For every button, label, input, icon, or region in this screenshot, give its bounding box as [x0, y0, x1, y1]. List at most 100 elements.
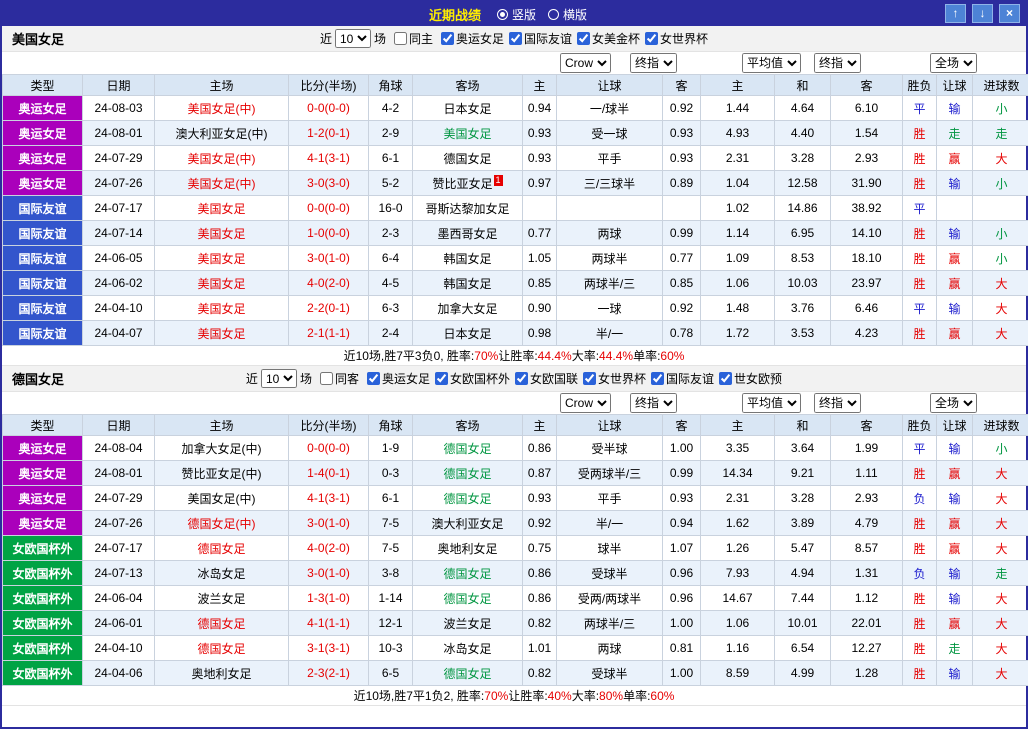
summary-segment: 单率: — [633, 349, 661, 363]
close-button[interactable]: × — [999, 4, 1020, 23]
score: 4-1(1-1) — [288, 610, 369, 636]
recent-count-select[interactable]: 10 — [260, 369, 297, 388]
handicap-line: 两球 — [556, 220, 663, 246]
corner-score: 6-5 — [368, 660, 413, 686]
scroll-up-button[interactable]: ↑ — [945, 4, 966, 23]
match-type-badge: 女欧国杯外 — [2, 610, 83, 636]
league-filter[interactable]: 女欧国杯外 — [434, 370, 510, 387]
score: 0-0(0-0) — [288, 435, 369, 461]
col-header: 类型 — [2, 74, 83, 96]
avg-draw: 6.54 — [774, 635, 831, 661]
table-header-row: 类型 日期 主场 比分(半场) 角球 客场主让球客主和客胜负 让球 进球数 — [2, 74, 1028, 96]
red-card-badge: 1 — [493, 174, 503, 186]
league-filter[interactable]: 女世界杯 — [645, 30, 708, 47]
result-goals: 大 — [972, 485, 1028, 511]
home-team: 赞比亚女足(中) — [154, 460, 289, 486]
result-wdl: 平 — [902, 435, 937, 461]
match-row: 国际友谊 24-06-05 美国女足 3-0(1-0) 6-4 韩国女足 1.05 两球半 0.… — [2, 245, 1028, 271]
league-filter[interactable]: 奥运女足 — [366, 370, 430, 387]
league-checkbox[interactable] — [651, 371, 665, 385]
league-checkbox[interactable] — [434, 371, 448, 385]
match-type-badge: 国际友谊 — [2, 220, 83, 246]
league-filter[interactable]: 女美金杯 — [577, 30, 640, 47]
handicap-line: 一/球半 — [556, 95, 663, 121]
league-filter[interactable]: 女欧国联 — [515, 370, 578, 387]
odds-select-1[interactable]: 终指 — [630, 393, 677, 413]
games-label: 场 — [373, 32, 386, 46]
league-label: 国际友谊 — [524, 31, 573, 46]
odds-select-3[interactable]: 终指 — [814, 53, 861, 73]
same-venue-filter[interactable]: 同主 — [393, 30, 433, 47]
league-checkbox[interactable] — [366, 371, 380, 385]
result-wdl: 胜 — [902, 610, 937, 636]
league-checkbox[interactable] — [583, 371, 597, 385]
same-venue-checkbox[interactable] — [319, 372, 333, 385]
odds-select-0[interactable]: Crow — [560, 393, 611, 413]
odds-select-4[interactable]: 全场 — [930, 53, 977, 73]
league-checkbox[interactable] — [440, 31, 454, 45]
odds-select-4[interactable]: 全场 — [930, 393, 977, 413]
avg-away: 1.54 — [830, 120, 903, 146]
match-date: 24-07-29 — [82, 145, 155, 171]
league-checkbox[interactable] — [719, 371, 733, 385]
odds-select-2[interactable]: 平均值 — [742, 393, 801, 413]
summary-segment: 近10场,胜7平3负0, 胜率: — [343, 349, 475, 363]
result-goals: 大 — [972, 460, 1028, 486]
same-venue-checkbox[interactable] — [393, 32, 407, 45]
col-header: 让球 — [936, 414, 973, 436]
avg-home: 1.16 — [700, 635, 775, 661]
match-row: 奥运女足 24-07-26 德国女足(中) 3-0(1-0) 7-5 澳大利亚女足 0.92… — [2, 510, 1028, 536]
league-label: 国际友谊 — [666, 371, 715, 386]
match-type-badge: 国际友谊 — [2, 195, 83, 221]
match-type-badge: 奥运女足 — [2, 460, 83, 486]
score: 1-4(0-1) — [288, 460, 369, 486]
odds-home: 0.86 — [522, 435, 557, 461]
odds-select-1[interactable]: 终指 — [630, 53, 677, 73]
match-date: 24-06-02 — [82, 270, 155, 296]
recent-count-select[interactable]: 10 — [334, 29, 371, 48]
league-label: 女世界杯 — [598, 371, 647, 386]
league-checkbox[interactable] — [515, 371, 528, 385]
col-header: 类型 — [2, 414, 83, 436]
odds-home: 0.82 — [522, 660, 557, 686]
home-team: 奥地利女足 — [154, 660, 289, 686]
home-team: 冰岛女足 — [154, 560, 289, 586]
summary-segment: 大率: — [571, 349, 600, 363]
odds-home: 0.93 — [522, 120, 557, 146]
result-handicap: 输 — [936, 585, 973, 611]
avg-home: 3.35 — [700, 435, 775, 461]
league-checkbox[interactable] — [645, 31, 659, 45]
score: 3-0(1-0) — [288, 560, 369, 586]
odds-select-0[interactable]: Crow — [560, 53, 611, 73]
score: 0-0(0-0) — [288, 195, 369, 221]
league-checkbox[interactable] — [577, 31, 591, 45]
avg-home: 4.93 — [700, 120, 775, 146]
league-filter[interactable]: 奥运女足 — [440, 30, 504, 47]
league-filters: 奥运女足 国际友谊 女美金杯 女世界杯 — [436, 30, 708, 48]
odds-select-3[interactable]: 终指 — [814, 393, 861, 413]
league-filter[interactable]: 世女欧预 — [719, 370, 782, 387]
match-type-badge: 国际友谊 — [2, 245, 83, 271]
odds-away: 0.85 — [662, 270, 701, 296]
odds-home: 0.90 — [522, 295, 557, 321]
radio-horizontal-layout[interactable]: 横版 — [548, 6, 587, 23]
scroll-down-button[interactable]: ↓ — [972, 4, 993, 23]
league-filter[interactable]: 国际友谊 — [509, 30, 572, 47]
league-checkbox[interactable] — [509, 31, 522, 45]
league-filter[interactable]: 国际友谊 — [651, 370, 714, 387]
match-row: 女欧国杯外 24-07-17 德国女足 4-0(2-0) 7-5 奥地利女足 0.75 球半 1… — [2, 535, 1028, 561]
col-header: 客 — [662, 414, 701, 436]
result-wdl: 胜 — [902, 535, 937, 561]
col-header: 主 — [700, 74, 775, 96]
odds-select-2[interactable]: 平均值 — [742, 53, 801, 73]
radio-vertical-layout[interactable]: 竖版 — [496, 6, 536, 23]
handicap-line: 一球 — [556, 295, 663, 321]
record-summary: 近10场,胜7平1负2, 胜率: 70% 让胜率: 40% 大率: 80% 单率: 60… — [2, 686, 1026, 706]
handicap-line: 受球半 — [556, 560, 663, 586]
league-filter[interactable]: 女世界杯 — [583, 370, 646, 387]
away-team: 德国女足 — [412, 460, 523, 486]
result-wdl: 胜 — [902, 320, 937, 346]
same-venue-filter[interactable]: 同客 — [319, 370, 359, 387]
odds-home: 0.75 — [522, 535, 557, 561]
match-date: 24-08-03 — [82, 95, 155, 121]
